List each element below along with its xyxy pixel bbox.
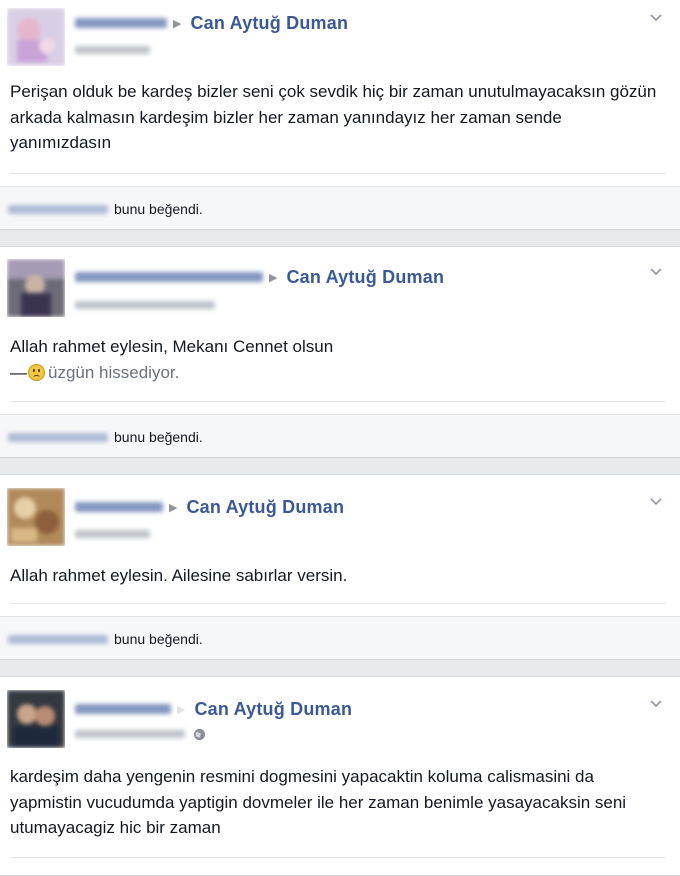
arrow-right-icon: ▶: [169, 501, 178, 514]
post-meta-redacted: [75, 730, 185, 738]
arrow-right-icon: ▶: [177, 703, 186, 716]
post-text: Perişan olduk be kardeş bizler seni çok …: [10, 82, 657, 152]
author-name-redacted[interactable]: [75, 272, 263, 282]
post-text: kardeşim daha yengenin resmini dogmesini…: [10, 767, 627, 837]
author-name-redacted[interactable]: [75, 18, 167, 28]
feed-post: ▶ Can Aytuğ Duman Perişan olduk be karde…: [0, 0, 680, 188]
divider: [10, 401, 666, 402]
divider: [10, 173, 666, 174]
author-name-redacted[interactable]: [75, 502, 163, 512]
author-name-redacted[interactable]: [75, 704, 171, 714]
feeling-line: — üzgün hissediyor.: [10, 360, 666, 386]
feeling-text[interactable]: üzgün hissediyor.: [48, 360, 179, 386]
likes-text: bunu beğendi.: [114, 429, 203, 445]
post-meta-redacted: [75, 528, 150, 540]
likes-bar: bunu beğendi.: [0, 186, 680, 230]
divider: [10, 603, 666, 604]
post-text: Allah rahmet eylesin, Mekanı Cennet olsu…: [10, 334, 666, 385]
arrow-right-icon: ▶: [173, 17, 182, 30]
target-profile-link[interactable]: Can Aytuğ Duman: [190, 13, 348, 34]
divider: [10, 857, 666, 858]
chevron-down-icon[interactable]: [648, 265, 664, 279]
likes-bar: bunu beğendi.: [0, 414, 680, 458]
liker-name-redacted[interactable]: [8, 634, 108, 644]
post-header: ▶ Can Aytuğ Duman: [75, 267, 444, 287]
sad-face-icon: [28, 363, 45, 381]
arrow-right-icon: ▶: [269, 271, 278, 284]
likes-text: bunu beğendi.: [114, 631, 203, 647]
avatar[interactable]: [7, 488, 65, 546]
feed-post: ▶ Can Aytuğ Duman kardeşim daha yengenin…: [0, 676, 680, 876]
post-meta-redacted: [75, 44, 150, 56]
post-message: Allah rahmet eylesin, Mekanı Cennet olsu…: [10, 337, 334, 356]
avatar[interactable]: [7, 690, 65, 748]
avatar[interactable]: [7, 259, 65, 317]
post-header: ▶ Can Aytuğ Duman: [75, 13, 348, 33]
feed-post: ▶ Can Aytuğ Duman Allah rahmet eylesin. …: [0, 474, 680, 618]
post-meta-redacted: [75, 299, 215, 311]
liker-name-redacted[interactable]: [8, 204, 108, 214]
post-header: ▶ Can Aytuğ Duman: [75, 699, 352, 719]
chevron-down-icon[interactable]: [648, 495, 664, 509]
likes-bar: bunu beğendi.: [0, 616, 680, 660]
post-meta: [75, 728, 206, 740]
feeling-dash: —: [10, 362, 27, 382]
post-header: ▶ Can Aytuğ Duman: [75, 497, 344, 517]
feed-post: ▶ Can Aytuğ Duman Allah rahmet eylesin, …: [0, 246, 680, 416]
target-profile-link[interactable]: Can Aytuğ Duman: [194, 699, 352, 720]
target-profile-link[interactable]: Can Aytuğ Duman: [286, 267, 444, 288]
globe-icon[interactable]: [193, 728, 206, 741]
chevron-down-icon[interactable]: [648, 697, 664, 711]
avatar[interactable]: [7, 8, 65, 66]
liker-name-redacted[interactable]: [8, 432, 108, 442]
chevron-down-icon[interactable]: [648, 11, 664, 25]
target-profile-link[interactable]: Can Aytuğ Duman: [186, 497, 344, 518]
likes-text: bunu beğendi.: [114, 201, 203, 217]
post-text: Allah rahmet eylesin. Ailesine sabırlar …: [10, 566, 348, 585]
